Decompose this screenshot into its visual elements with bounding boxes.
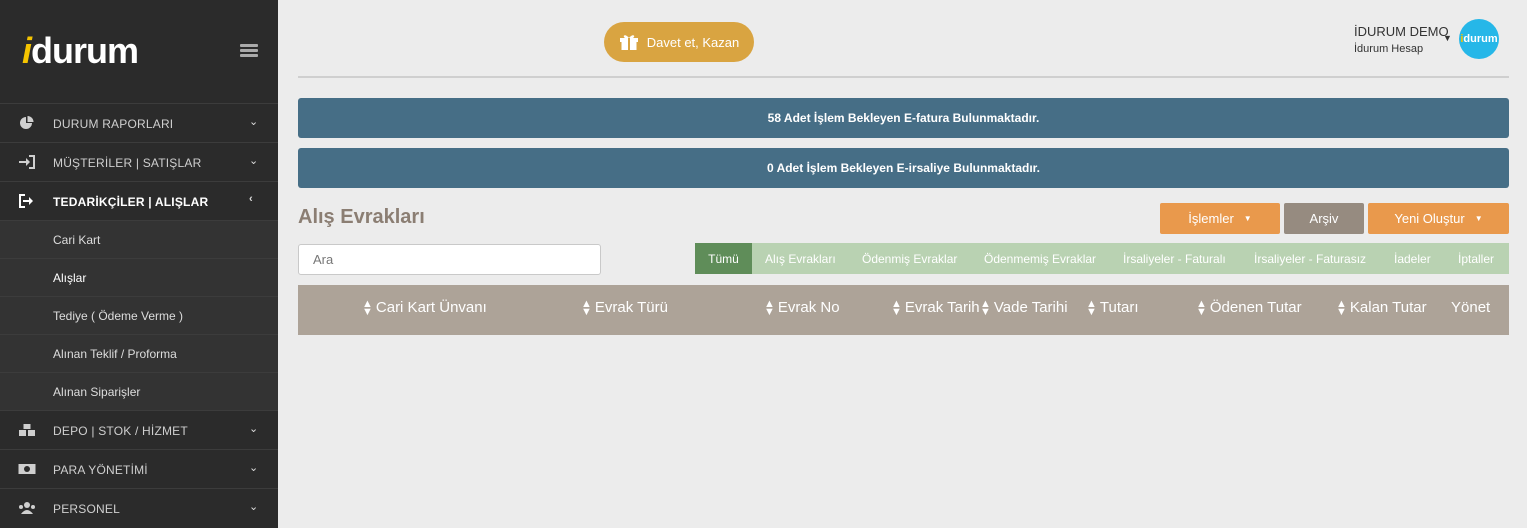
eirsaliye-banner[interactable]: 0 Adet İşlem Bekleyen E-irsaliye Bulunma… (298, 148, 1509, 188)
column-vade-tarihi[interactable]: ▲ ▼ Vade Tarihi (980, 297, 1068, 318)
column-odenen-tutar[interactable]: ▲ ▼ Ödenen Tutar (1196, 297, 1302, 318)
tab-odenmemis-evraklar[interactable]: Ödenmemiş Evraklar (984, 243, 1096, 274)
sidebar-item-musteriler-satislar[interactable]: MÜŞTERİLER | SATIŞLAR ⌄ (0, 142, 278, 181)
sidebar-item-personel[interactable]: PERSONEL ⌄ (0, 488, 278, 527)
chevron-left-icon: ‹ (249, 193, 253, 205)
chevron-down-icon: ⌄ (249, 155, 259, 167)
search-input[interactable] (298, 244, 601, 275)
column-evrak-no[interactable]: ▲ ▼ Evrak No (764, 297, 840, 318)
tab-iadeler[interactable]: İadeler (1394, 243, 1431, 274)
sidebar-subitem-alislar[interactable]: Alışlar (0, 258, 278, 296)
table-header: ▲ ▼ Cari Kart Ünvanı ▲ ▼ Evrak Türü ▲ ▼ Evrak … (298, 285, 1509, 335)
caret-down-icon: ▼ (1474, 214, 1483, 223)
sort-icon: ▲ ▼ (1336, 297, 1347, 318)
sidebar-item-depo-stok[interactable]: DEPO | STOK / HİZMET ⌄ (0, 410, 278, 449)
sign-in-icon (19, 155, 35, 169)
chevron-down-icon: ⌄ (249, 423, 259, 435)
islemler-dropdown-button[interactable]: İşlemler ▼ (1160, 203, 1280, 234)
sidebar-item-label: DURUM RAPORLARI (53, 117, 174, 131)
sort-icon: ▲ ▼ (1196, 297, 1207, 318)
sidebar-item-tedarikciler-alislar[interactable]: TEDARİKÇİLER | ALIŞLAR ‹ (0, 181, 278, 220)
caret-down-icon: ▼ (1243, 214, 1252, 223)
sidebar-item-para-yonetimi[interactable]: PARA YÖNETİMİ ⌄ (0, 449, 278, 488)
header-divider (298, 76, 1509, 78)
sidebar-item-label: PERSONEL (53, 502, 120, 516)
boxes-icon (19, 424, 35, 436)
money-icon (18, 464, 36, 474)
sort-icon: ▲ ▼ (1086, 297, 1097, 318)
pie-chart-icon (20, 116, 34, 129)
page-title: Alış Evrakları (298, 206, 425, 228)
column-evrak-tarih[interactable]: ▲ ▼ Evrak Tarih (891, 297, 980, 318)
sort-icon: ▲ ▼ (891, 297, 902, 318)
gift-icon (619, 35, 638, 50)
caret-down-icon[interactable]: ▼ (1443, 33, 1452, 43)
invite-label: Davet et, Kazan (646, 34, 740, 50)
tab-irsaliyeler-faturasiz[interactable]: İrsaliyeler - Faturasız (1254, 243, 1366, 274)
column-cari-kart-unvani[interactable]: ▲ ▼ Cari Kart Ünvanı (362, 297, 487, 318)
sidebar-subitem-alinan-teklif[interactable]: Alınan Teklif / Proforma (0, 334, 278, 372)
sort-icon: ▲ ▼ (581, 297, 592, 318)
user-account: İdurum Hesap (1354, 43, 1424, 55)
tab-iptaller[interactable]: İptaller (1458, 243, 1494, 274)
chevron-down-icon: ⌄ (249, 462, 259, 474)
user-name[interactable]: İDURUM DEMO (1354, 24, 1449, 39)
filter-tabs: Tümü Alış Evrakları Ödenmiş Evraklar Öde… (695, 243, 1509, 274)
sidebar-item-durum-raporlari[interactable]: DURUM RAPORLARI ⌄ (0, 103, 278, 142)
avatar[interactable]: i durum (1459, 19, 1499, 59)
tab-alis-evraklari[interactable]: Alış Evrakları (765, 243, 836, 274)
sidebar-item-label: TEDARİKÇİLER | ALIŞLAR (53, 195, 209, 209)
sidebar-item-label: MÜŞTERİLER | SATIŞLAR (53, 156, 202, 170)
column-kalan-tutar[interactable]: ▲ ▼ Kalan Tutar (1336, 297, 1427, 318)
column-tutari[interactable]: ▲ ▼ Tutarı (1086, 297, 1139, 318)
invite-button[interactable]: Davet et, Kazan (604, 22, 754, 62)
tab-tumu[interactable]: Tümü (695, 243, 752, 274)
users-icon (19, 502, 35, 514)
sort-icon: ▲ ▼ (764, 297, 775, 318)
column-evrak-turu[interactable]: ▲ ▼ Evrak Türü (581, 297, 668, 318)
logo[interactable]: idurum (22, 30, 139, 72)
efatura-banner[interactable]: 58 Adet İşlem Bekleyen E-fatura Bulunmak… (298, 98, 1509, 138)
sort-icon: ▲ ▼ (980, 297, 991, 318)
brand-area: idurum (0, 0, 278, 103)
sidebar-item-label: PARA YÖNETİMİ (53, 463, 148, 477)
sidebar-subitem-alinan-siparisler[interactable]: Alınan Siparişler (0, 372, 278, 410)
sidebar-subitem-tediye[interactable]: Tediye ( Ödeme Verme ) (0, 296, 278, 334)
chevron-down-icon: ⌄ (249, 501, 259, 513)
menu-toggle-icon[interactable] (240, 44, 258, 58)
sign-out-icon (19, 194, 33, 208)
column-yonet: Yönet (1451, 299, 1491, 316)
sort-icon: ▲ ▼ (362, 297, 373, 318)
yeni-olustur-dropdown-button[interactable]: Yeni Oluştur ▼ (1368, 203, 1509, 234)
tab-irsaliyeler-faturali[interactable]: İrsaliyeler - Faturalı (1123, 243, 1226, 274)
chevron-down-icon: ⌄ (249, 116, 259, 128)
arsiv-button[interactable]: Arşiv (1284, 203, 1364, 234)
sidebar-subitem-cari-kart[interactable]: Cari Kart (0, 220, 278, 258)
tab-odenmis-evraklar[interactable]: Ödenmiş Evraklar (862, 243, 957, 274)
sidebar-item-label: DEPO | STOK / HİZMET (53, 424, 188, 438)
sidebar: idurum DURUM RAPORLARI ⌄ MÜŞTERİLER | SA… (0, 0, 278, 528)
